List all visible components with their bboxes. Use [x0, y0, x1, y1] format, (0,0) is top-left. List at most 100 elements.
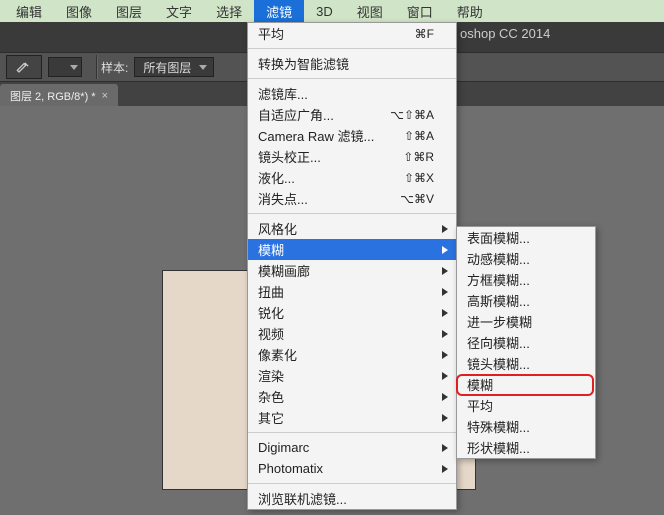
separator — [248, 213, 456, 214]
menu-window[interactable]: 窗口 — [395, 0, 445, 23]
menu-label: 高斯模糊... — [467, 291, 530, 310]
filter-video[interactable]: 视频 — [248, 323, 456, 344]
menu-label: 滤镜库... — [258, 84, 308, 103]
sample-label: 样本: — [101, 59, 128, 76]
tool-preset-dropdown[interactable] — [48, 57, 82, 77]
filter-pixelate[interactable]: 像素化 — [248, 344, 456, 365]
menu-label: 径向模糊... — [467, 333, 530, 352]
menu-label: 镜头校正... — [258, 147, 321, 166]
blur-average[interactable]: 平均 — [457, 395, 595, 416]
menubar: 编辑 图像 图层 文字 选择 滤镜 3D 视图 窗口 帮助 — [0, 0, 664, 22]
menu-label: 风格化 — [258, 219, 297, 238]
shortcut: ⇧⌘A — [404, 129, 434, 143]
tool-preset-picker[interactable] — [6, 55, 42, 79]
filter-convert-smart[interactable]: 转换为智能滤镜 — [248, 53, 456, 74]
filter-camera-raw[interactable]: Camera Raw 滤镜... ⇧⌘A — [248, 125, 456, 146]
shortcut: ⇧⌘R — [403, 150, 434, 164]
menu-type[interactable]: 文字 — [154, 0, 204, 23]
menu-edit[interactable]: 编辑 — [4, 0, 54, 23]
sample-select[interactable]: 所有图层 — [134, 57, 214, 77]
submenu-arrow-icon — [442, 242, 448, 257]
filter-vanishing-point[interactable]: 消失点... ⌥⌘V — [248, 188, 456, 209]
blur-gaussian[interactable]: 高斯模糊... — [457, 290, 595, 311]
chevron-down-icon — [70, 65, 78, 70]
menu-label: 进一步模糊 — [467, 312, 532, 331]
menu-select[interactable]: 选择 — [204, 0, 254, 23]
menu-label: 自适应广角... — [258, 105, 334, 124]
menu-label: 方框模糊... — [467, 270, 530, 289]
submenu-arrow-icon — [442, 368, 448, 383]
menu-label: 杂色 — [258, 387, 284, 406]
menu-label: 模糊画廊 — [258, 261, 310, 280]
menu-label: 转换为智能滤镜 — [258, 54, 349, 73]
app-title: oshop CC 2014 — [460, 26, 550, 41]
blur-surface[interactable]: 表面模糊... — [457, 227, 595, 248]
submenu-arrow-icon — [442, 410, 448, 425]
divider — [96, 55, 97, 79]
menu-label: 动感模糊... — [467, 249, 530, 268]
menu-label: 模糊 — [258, 240, 284, 259]
filter-distort[interactable]: 扭曲 — [248, 281, 456, 302]
menu-label: 浏览联机滤镜... — [258, 489, 347, 508]
menu-label: 渲染 — [258, 366, 284, 385]
menu-label: 平均 — [467, 396, 493, 415]
menu-label: Photomatix — [258, 461, 323, 476]
menu-image[interactable]: 图像 — [54, 0, 104, 23]
blur-smart[interactable]: 特殊模糊... — [457, 416, 595, 437]
menu-label: 模糊 — [467, 375, 493, 394]
blur-shape[interactable]: 形状模糊... — [457, 437, 595, 458]
blur-motion[interactable]: 动感模糊... — [457, 248, 595, 269]
menu-label: 液化... — [258, 168, 295, 187]
filter-other[interactable]: 其它 — [248, 407, 456, 428]
menu-label: Camera Raw 滤镜... — [258, 126, 374, 145]
separator — [248, 48, 456, 49]
menu-filter[interactable]: 滤镜 — [254, 0, 304, 23]
blur-box[interactable]: 方框模糊... — [457, 269, 595, 290]
filter-browse-online[interactable]: 浏览联机滤镜... — [248, 488, 456, 509]
filter-adaptive-wide-angle[interactable]: 自适应广角... ⌥⇧⌘A — [248, 104, 456, 125]
menu-view[interactable]: 视图 — [345, 0, 395, 23]
separator — [248, 432, 456, 433]
filter-recent[interactable]: 平均 ⌘F — [248, 23, 456, 44]
filter-digimarc[interactable]: Digimarc — [248, 437, 456, 458]
menu-label: 其它 — [258, 408, 284, 427]
submenu-arrow-icon — [442, 263, 448, 278]
close-icon[interactable]: × — [102, 90, 108, 102]
menu-label: Digimarc — [258, 440, 309, 455]
menu-label: 特殊模糊... — [467, 417, 530, 436]
blur-further[interactable]: 进一步模糊 — [457, 311, 595, 332]
menu-layer[interactable]: 图层 — [104, 0, 154, 23]
shortcut: ⌘F — [415, 27, 434, 41]
filter-sharpen[interactable]: 锐化 — [248, 302, 456, 323]
submenu-arrow-icon — [442, 326, 448, 341]
menu-label: 形状模糊... — [467, 438, 530, 457]
menu-label: 消失点... — [258, 189, 308, 208]
filter-noise[interactable]: 杂色 — [248, 386, 456, 407]
filter-gallery[interactable]: 滤镜库... — [248, 83, 456, 104]
filter-photomatix[interactable]: Photomatix — [248, 458, 456, 479]
filter-render[interactable]: 渲染 — [248, 365, 456, 386]
menu-3d[interactable]: 3D — [304, 2, 345, 21]
submenu-arrow-icon — [442, 305, 448, 320]
filter-lens-correction[interactable]: 镜头校正... ⇧⌘R — [248, 146, 456, 167]
filter-stylize[interactable]: 风格化 — [248, 218, 456, 239]
menu-label: 镜头模糊... — [467, 354, 530, 373]
submenu-arrow-icon — [442, 221, 448, 236]
shortcut: ⌥⌘V — [400, 192, 434, 206]
filter-blur-gallery[interactable]: 模糊画廊 — [248, 260, 456, 281]
blur-radial[interactable]: 径向模糊... — [457, 332, 595, 353]
submenu-arrow-icon — [442, 440, 448, 455]
menu-label: 平均 — [258, 24, 284, 43]
menu-help[interactable]: 帮助 — [445, 0, 495, 23]
filter-menu-dropdown: 平均 ⌘F 转换为智能滤镜 滤镜库... 自适应广角... ⌥⇧⌘A Camer… — [247, 22, 457, 510]
filter-blur[interactable]: 模糊 — [248, 239, 456, 260]
submenu-arrow-icon — [442, 461, 448, 476]
blur-blur[interactable]: 模糊 — [457, 374, 595, 395]
sample-value: 所有图层 — [143, 59, 191, 76]
menu-label: 视频 — [258, 324, 284, 343]
blur-lens[interactable]: 镜头模糊... — [457, 353, 595, 374]
submenu-arrow-icon — [442, 284, 448, 299]
filter-liquify[interactable]: 液化... ⇧⌘X — [248, 167, 456, 188]
submenu-arrow-icon — [442, 347, 448, 362]
document-tab[interactable]: 图层 2, RGB/8*) * × — [0, 84, 118, 106]
